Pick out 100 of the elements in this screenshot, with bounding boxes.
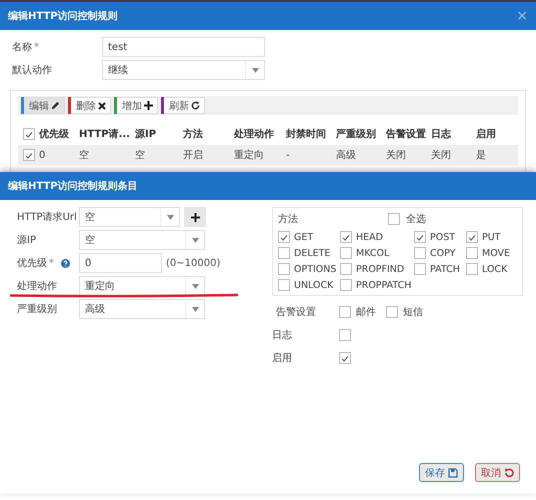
method-label: PATCH [430,264,460,274]
select-field[interactable]: 高级 [79,299,205,319]
checkbox[interactable] [340,247,352,259]
column-header: 告警设置 [386,128,427,141]
required-mark: * [49,258,54,268]
save-button[interactable]: 保存 [419,463,464,482]
checkbox[interactable] [388,212,400,224]
dialog-title: 编辑HTTP访问控制规则条目 [8,179,138,193]
select-field[interactable]: 重定向 [79,276,205,296]
checkbox[interactable] [466,263,478,275]
table-cell-text: 关闭 [386,148,407,162]
field-label: 优先级 [17,256,47,270]
edit-button[interactable]: 编辑 [21,97,65,114]
checkbox[interactable] [340,279,352,291]
method-label: DELETE [294,248,330,258]
input-field[interactable]: test [102,37,265,57]
method-label: COPY [430,248,456,258]
checkbox[interactable] [386,306,398,318]
table-cell-text: 空 [135,148,146,162]
select-field[interactable]: 空 [79,207,180,227]
required-mark: * [34,42,39,52]
field-label: 源IP [17,234,36,247]
column-header: 优先级 [39,128,70,141]
table-cell-text: - [286,150,291,160]
method-label: OPTIONS [294,264,336,274]
methods-label: 方法 [278,212,299,226]
field-label: 严重级别 [17,302,57,316]
field-label: HTTP请求Url [17,210,77,224]
checkbox[interactable] [278,279,290,291]
close-icon [98,102,106,110]
method-label: LOCK [482,264,508,274]
checkbox[interactable] [340,231,352,243]
column-header: 启用 [476,127,497,141]
undo-icon [504,468,514,478]
checkbox[interactable] [23,128,35,140]
field-label: 默认动作 [12,64,52,77]
checkbox[interactable] [278,247,290,259]
checkbox[interactable] [466,231,478,243]
caret-icon [192,238,198,242]
option-label: 短信 [403,306,423,319]
plus-icon [144,101,153,110]
checkbox[interactable] [466,247,478,259]
checkbox[interactable] [340,263,352,275]
column-header: 处理动作 [234,128,275,141]
method-label: GET [294,232,314,242]
table-cell-text: 关闭 [431,148,452,162]
column-header: HTTP请... [79,128,131,141]
table-cell-text: 高级 [336,148,357,162]
column-header: 方法 [183,127,204,141]
input-field[interactable]: 0 [79,253,162,273]
option-label: 邮件 [356,306,376,319]
method-label: HEAD [356,232,383,242]
field-label: 日志 [272,328,293,342]
column-header: 源IP [135,128,158,141]
range-hint: (0~10000) [166,258,220,268]
method-label: POST [430,232,456,242]
checkbox[interactable] [278,263,290,275]
method-label: PROPPATCH [356,280,412,290]
column-header: 严重级别 [336,128,377,141]
refresh-button[interactable]: 刷新 [161,97,205,114]
method-label: PUT [482,232,500,242]
checkbox[interactable] [414,231,426,243]
field-label: 告警设置 [275,306,317,319]
table-cell-text: 重定向 [234,148,265,162]
field-label: 名称 [12,41,32,54]
checkbox[interactable] [278,231,290,243]
checkbox[interactable] [414,263,426,275]
table-cell-text: 开启 [183,148,204,162]
checkbox[interactable] [339,306,351,318]
caret-icon [252,68,258,72]
checkbox[interactable] [23,149,35,161]
caret-icon [192,306,198,312]
pencil-icon [51,101,60,110]
refresh-icon [191,101,200,110]
select-field[interactable]: 继续 [102,60,265,80]
select-all-label: 全选 [406,212,426,226]
select-field[interactable]: 空 [79,230,205,250]
field-label: 处理动作 [17,280,57,293]
cancel-button[interactable]: 取消 [475,463,520,482]
method-label: PROPFIND [356,264,404,274]
column-header: 日志 [431,128,452,141]
plus-icon [190,212,200,222]
caret-icon [192,284,198,288]
checkbox[interactable] [339,352,351,364]
method-label: MOVE [482,248,510,258]
table-cell-text: 0 [39,150,46,160]
delete-button[interactable]: 删除 [68,97,111,114]
table-cell-text: 空 [79,148,90,162]
dialog-title: 编辑HTTP访问控制规则 [8,9,118,23]
table-cell-text: 是 [476,149,487,162]
caret-icon [166,214,174,220]
checkbox[interactable] [339,329,351,341]
add-button[interactable] [184,207,206,227]
floppy-icon [448,468,458,478]
method-label: UNLOCK [294,280,334,290]
column-header: 封禁时间 [286,128,327,141]
add-button[interactable]: 增加 [114,97,158,114]
method-label: MKCOL [356,248,390,258]
field-label: 启用 [272,352,293,365]
checkbox[interactable] [414,247,426,259]
